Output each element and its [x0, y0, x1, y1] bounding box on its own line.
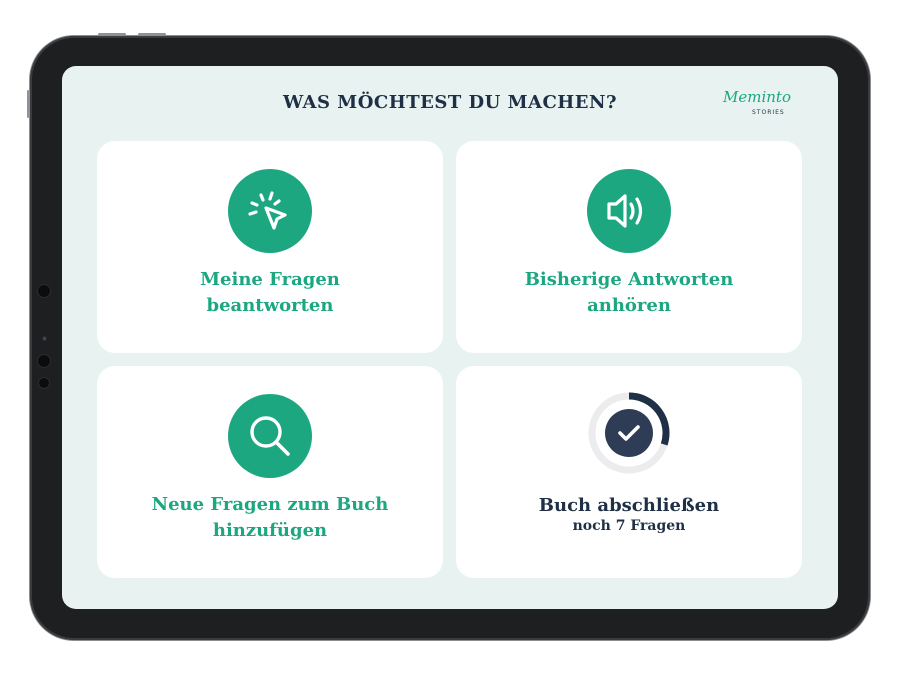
- add-questions-card[interactable]: Neue Fragen zum Buch hinzufügen: [97, 366, 443, 578]
- answer-questions-card[interactable]: Meine Fragen beantworten: [97, 141, 443, 353]
- logo-sub-text: STORIES: [752, 109, 785, 116]
- sensor-dot: [43, 337, 46, 340]
- camera-dot-3: [39, 378, 49, 388]
- logo-script-text: Meminto: [723, 88, 791, 106]
- top-button: [98, 33, 126, 36]
- app-screen: WAS MÖCHTEST DU MACHEN? Meminto STORIES …: [62, 66, 838, 609]
- finish-book-card[interactable]: Buch abschließen noch 7 Fragen: [456, 366, 802, 578]
- progress-ring: [584, 388, 674, 478]
- side-button: [27, 90, 30, 118]
- camera-dot: [38, 285, 50, 297]
- meminto-logo: Meminto STORIES: [722, 88, 792, 124]
- camera-dot-2: [38, 355, 50, 367]
- card-label: Meine Fragen beantworten: [200, 269, 340, 316]
- listen-answers-card[interactable]: Bisherige Antworten anhören: [456, 141, 802, 353]
- card-label: Neue Fragen zum Buch hinzufügen: [151, 494, 389, 541]
- card-sublabel: noch 7 Fragen: [572, 518, 686, 534]
- card-label: Buch abschließen: [538, 495, 720, 516]
- tap-pointer-icon: [228, 169, 312, 253]
- speaker-icon: [587, 169, 671, 253]
- card-label: Bisherige Antworten anhören: [524, 269, 734, 316]
- top-button-2: [138, 33, 166, 36]
- search-icon: [228, 394, 312, 478]
